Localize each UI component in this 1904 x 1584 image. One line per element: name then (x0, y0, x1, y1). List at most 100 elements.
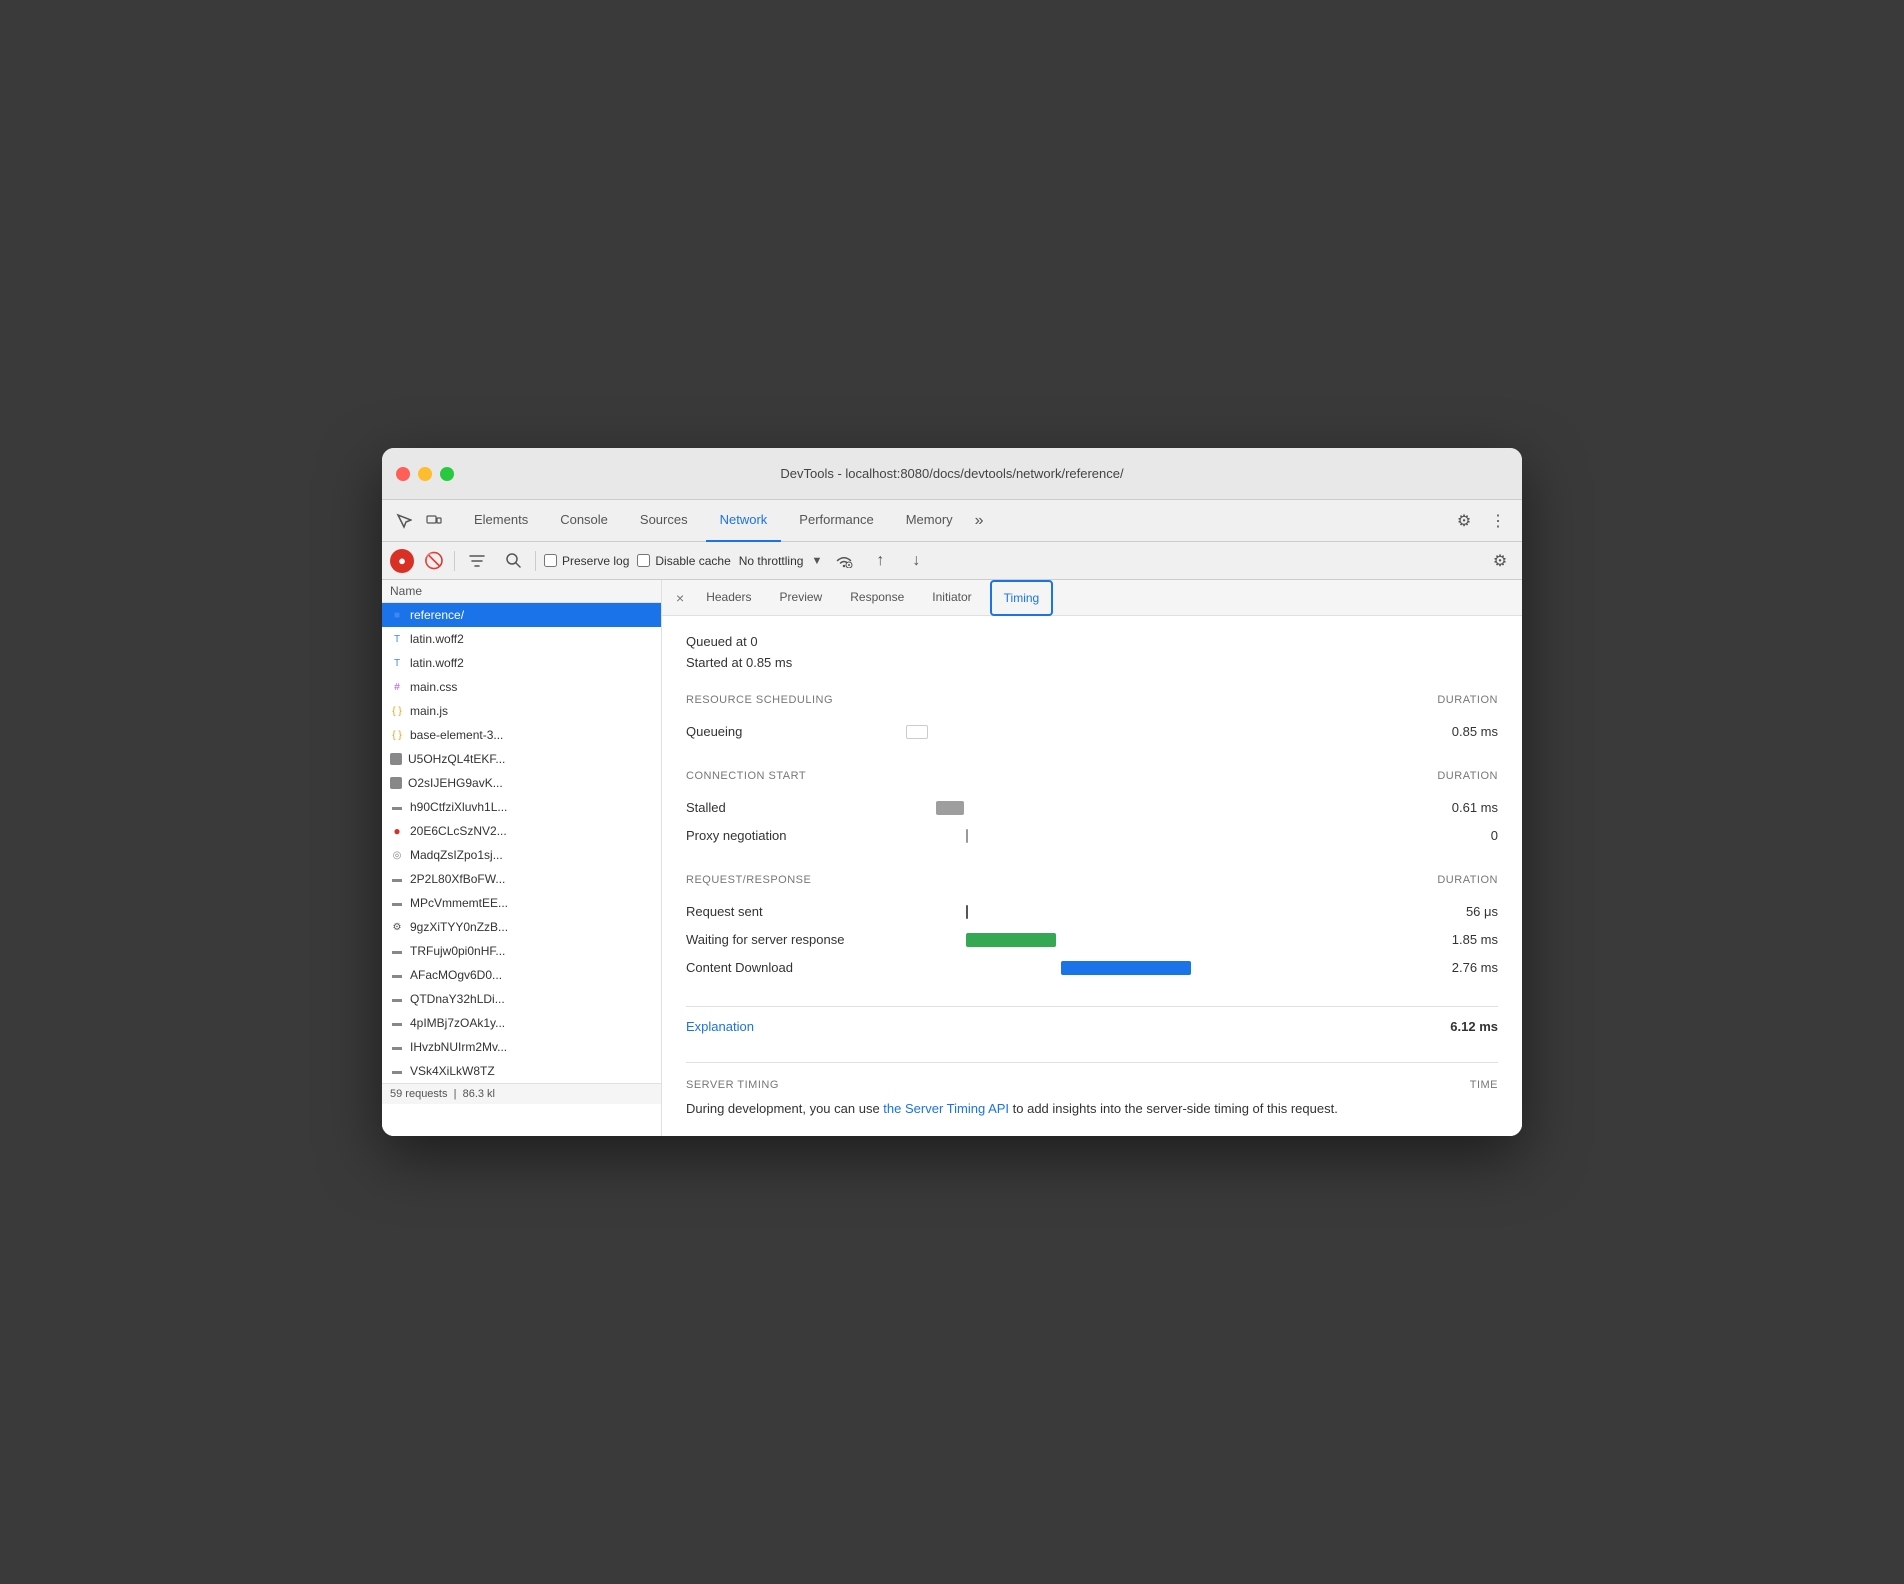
wifi-settings-icon[interactable] (830, 547, 858, 575)
timing-row-download: Content Download 2.76 ms (686, 954, 1498, 982)
gear-file-icon: ⚙ (390, 920, 404, 934)
list-item[interactable]: ▬ IHvzbNUIrm2Mv... (382, 1035, 661, 1059)
preserve-log-checkbox[interactable]: Preserve log (544, 554, 629, 568)
tab-headers[interactable]: Headers (694, 580, 763, 616)
font-icon: T (390, 632, 404, 646)
list-item[interactable]: T latin.woff2 (382, 651, 661, 675)
server-timing-title: Server Timing (686, 1079, 779, 1091)
devtools-body: Elements Console Sources Network Perform… (382, 500, 1522, 1135)
list-item[interactable]: # main.css (382, 675, 661, 699)
close-detail-button[interactable]: × (670, 588, 690, 608)
settings-icon[interactable]: ⚙ (1450, 507, 1478, 535)
clear-button[interactable]: 🚫 (422, 549, 446, 573)
tab-response[interactable]: Response (838, 580, 916, 616)
stalled-duration: 0.61 ms (1418, 800, 1498, 815)
list-item[interactable]: ▬ 4pIMBj7zOAk1y... (382, 1011, 661, 1035)
duration-label: DURATION (1437, 770, 1498, 782)
file-name: main.js (410, 704, 653, 718)
total-duration: 6.12 ms (1450, 1019, 1498, 1034)
search-icon[interactable] (499, 547, 527, 575)
inspect-icon[interactable] (392, 509, 416, 533)
duration-label: DURATION (1437, 874, 1498, 886)
list-item[interactable]: ▬ TRFujw0pi0nHF... (382, 939, 661, 963)
list-item[interactable]: { } main.js (382, 699, 661, 723)
file-name: QTDnaY32hLDi... (410, 992, 653, 1006)
list-item[interactable]: ● 20E6CLcSzNV2... (382, 819, 661, 843)
waiting-bar (966, 933, 1056, 947)
tab-network[interactable]: Network (706, 500, 782, 542)
queueing-duration: 0.85 ms (1418, 724, 1498, 739)
waiting-bar-area (886, 931, 1418, 949)
proxy-duration: 0 (1418, 828, 1498, 843)
throttle-select[interactable]: No throttling (739, 554, 804, 568)
more-options-icon[interactable]: ⋮ (1484, 507, 1512, 535)
upload-icon[interactable]: ↑ (866, 547, 894, 575)
toolbar-separator-2 (535, 551, 536, 571)
list-item[interactable]: { } base-element-3... (382, 723, 661, 747)
js-icon: { } (390, 704, 404, 718)
list-item[interactable]: O2sIJEHG9avK... (382, 771, 661, 795)
section-title: Request/Response (686, 874, 811, 886)
list-item[interactable]: ▬ MPcVmmemtEE... (382, 891, 661, 915)
file-icon: ▬ (390, 800, 404, 814)
list-item[interactable]: ▬ 2P2L80XfBoFW... (382, 867, 661, 891)
titlebar: DevTools - localhost:8080/docs/devtools/… (382, 448, 1522, 500)
list-item[interactable]: ▬ VSk4XiLkW8TZ (382, 1059, 661, 1083)
server-timing-description: During development, you can use the Serv… (686, 1099, 1498, 1120)
minimize-button[interactable] (418, 467, 432, 481)
font-icon: T (390, 656, 404, 670)
proxy-bar-area (886, 827, 1418, 845)
throttle-dropdown-icon[interactable]: ▼ (811, 555, 822, 567)
file-name: latin.woff2 (410, 656, 653, 670)
resource-scheduling-section: Resource Scheduling DURATION Queueing 0.… (686, 694, 1498, 746)
tab-initiator[interactable]: Initiator (920, 580, 983, 616)
maximize-button[interactable] (440, 467, 454, 481)
disable-cache-checkbox[interactable]: Disable cache (637, 554, 730, 568)
list-item[interactable]: ▬ h90CtfziXluvh1L... (382, 795, 661, 819)
total-size: 86.3 kl (463, 1088, 495, 1100)
list-item[interactable]: ⚙ 9gzXiTYY0nZzB... (382, 915, 661, 939)
queueing-bar-area (886, 723, 1418, 741)
more-tabs-icon[interactable]: » (971, 512, 988, 530)
list-item[interactable]: U5OHzQL4tEKF... (382, 747, 661, 771)
file-list: Name ■ reference/ T latin.woff2 T latin.… (382, 580, 662, 1135)
server-timing-header: Server Timing TIME (686, 1062, 1498, 1091)
explanation-row: Explanation 6.12 ms (686, 1006, 1498, 1046)
network-settings-icon[interactable]: ⚙ (1486, 547, 1514, 575)
tab-elements[interactable]: Elements (460, 500, 542, 542)
list-item[interactable]: ▬ AFacMOgv6D0... (382, 963, 661, 987)
tab-console[interactable]: Console (546, 500, 622, 542)
tabs-right: ⚙ ⋮ (1450, 507, 1512, 535)
tab-performance[interactable]: Performance (785, 500, 887, 542)
list-item[interactable]: T latin.woff2 (382, 627, 661, 651)
request-sent-label: Request sent (686, 904, 886, 919)
server-timing-api-link[interactable]: the Server Timing API (883, 1101, 1009, 1116)
record-button[interactable]: ● (390, 549, 414, 573)
list-item[interactable]: ■ reference/ (382, 603, 661, 627)
list-item[interactable]: ▬ QTDnaY32hLDi... (382, 987, 661, 1011)
file-name: h90CtfziXluvh1L... (410, 800, 653, 814)
request-sent-duration: 56 μs (1418, 904, 1498, 919)
proxy-label: Proxy negotiation (686, 828, 886, 843)
filter-icon[interactable] (463, 547, 491, 575)
file-name: AFacMOgv6D0... (410, 968, 653, 982)
file-list-name-header: Name (390, 584, 653, 598)
tab-memory[interactable]: Memory (892, 500, 967, 542)
device-toolbar-icon[interactable] (422, 509, 446, 533)
file-name: U5OHzQL4tEKF... (408, 752, 653, 766)
main-area: Name ■ reference/ T latin.woff2 T latin.… (382, 580, 1522, 1135)
tab-timing[interactable]: Timing (990, 580, 1054, 616)
file-name: 2P2L80XfBoFW... (410, 872, 653, 886)
tab-preview[interactable]: Preview (768, 580, 835, 616)
close-button[interactable] (396, 467, 410, 481)
download-icon[interactable]: ↓ (902, 547, 930, 575)
list-item[interactable]: ◎ MadqZsIZpo1sj... (382, 843, 661, 867)
tab-sources[interactable]: Sources (626, 500, 702, 542)
file-name: 9gzXiTYY0nZzB... (410, 920, 653, 934)
queueing-bar (906, 725, 928, 739)
window-title: DevTools - localhost:8080/docs/devtools/… (780, 466, 1123, 481)
traffic-lights (396, 467, 454, 481)
file-name: O2sIJEHG9avK... (408, 776, 653, 790)
explanation-link[interactable]: Explanation (686, 1019, 754, 1034)
timing-row-proxy: Proxy negotiation 0 (686, 822, 1498, 850)
